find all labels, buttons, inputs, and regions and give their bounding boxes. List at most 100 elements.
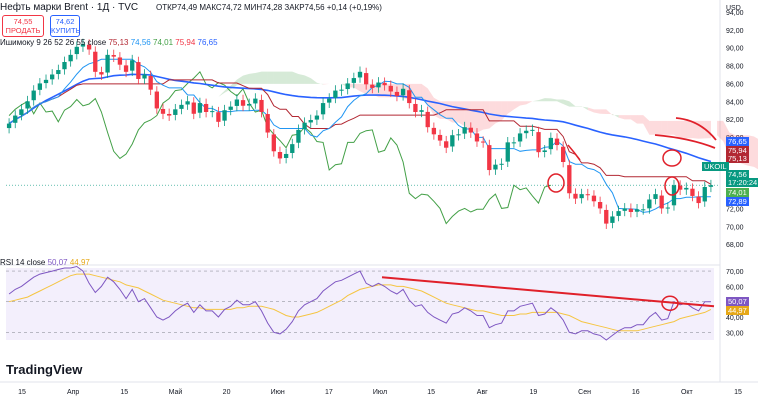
- ichimoku-cloud-segment: [353, 83, 360, 92]
- candle-body: [247, 103, 252, 106]
- price-axis-label: 75,13: [726, 154, 749, 163]
- price-axis-label: UKOIL: [702, 162, 729, 171]
- candle-body: [561, 146, 566, 162]
- candle-body: [444, 141, 449, 148]
- ichimoku-cloud-segment: [606, 109, 613, 116]
- rsi-band-background: [6, 268, 714, 340]
- ichimoku-value-0: 75,13: [108, 38, 129, 47]
- candle-body: [591, 195, 597, 202]
- ichimoku-label: Ишимоку 9 26 52 26 55 close: [0, 38, 107, 47]
- ichimoku-cloud-segment: [206, 99, 213, 102]
- candle-body: [99, 72, 104, 75]
- ichimoku-cloud-segment: [581, 106, 588, 110]
- candle-body: [197, 103, 203, 113]
- ichimoku-cloud-segment: [495, 101, 502, 124]
- candle-body: [400, 88, 406, 96]
- candle-body: [407, 90, 412, 104]
- candle-body: [327, 98, 332, 103]
- candle-body: [474, 133, 480, 142]
- price-tick-label: 92,00: [726, 28, 744, 35]
- symbol-title[interactable]: Нефть марки Brent · 1Д · TVC: [0, 2, 138, 13]
- candle-body: [74, 46, 79, 55]
- candle-body: [265, 114, 270, 133]
- price-circle-annotation: [547, 173, 565, 193]
- buy-button[interactable]: 74,62 КУПИТЬ: [50, 15, 81, 37]
- ichimoku-cloud-ahead: [717, 120, 724, 142]
- ichimoku-cloud-segment: [212, 96, 219, 100]
- ichimoku-cloud-segment: [169, 119, 176, 124]
- price-tick-label: 86,00: [726, 81, 744, 88]
- ichimoku-cloud-segment: [255, 71, 262, 84]
- candle-body: [462, 127, 467, 134]
- candle-body: [413, 103, 418, 112]
- candle-body: [154, 91, 159, 109]
- rsi-tick-label: 60,00: [726, 284, 744, 291]
- candle-body: [628, 208, 634, 212]
- candle-body: [37, 83, 43, 90]
- ichimoku-cloud-segment: [421, 83, 428, 106]
- time-tick-label: 19: [530, 389, 538, 396]
- ichimoku-cloud-segment: [520, 101, 527, 106]
- ichimoku-cloud-segment: [243, 73, 250, 84]
- buy-price: 74,62: [55, 17, 75, 26]
- ichimoku-value-2: 74,01: [153, 38, 174, 47]
- candle-body: [530, 129, 535, 131]
- candle-body: [25, 101, 30, 109]
- candle-body: [517, 133, 523, 142]
- candle-body: [708, 185, 714, 187]
- time-tick-label: 15: [734, 389, 742, 396]
- chart-canvas[interactable]: 68,0070,0072,0074,0076,0078,0080,0082,00…: [0, 0, 758, 403]
- sell-button[interactable]: 74,55 ПРОДАТЬ: [2, 15, 44, 37]
- ohlc-readout: ОТКР74,49 МАКС74,72 МИН74,28 ЗАКР74,56 +…: [156, 3, 382, 12]
- ichimoku-cloud-segment: [433, 97, 441, 119]
- candle-body: [665, 207, 670, 209]
- candle-body: [616, 211, 621, 216]
- candle-body: [253, 98, 258, 104]
- candle-body: [105, 54, 110, 73]
- ichimoku-cloud-segment: [612, 114, 619, 118]
- candle-body: [425, 111, 430, 128]
- candle-body: [524, 130, 529, 134]
- price-axis-label: 72,89: [726, 197, 749, 206]
- currency-label[interactable]: USD: [726, 5, 741, 12]
- candle-body: [111, 55, 116, 57]
- ichimoku-cloud-segment: [286, 71, 293, 84]
- price-circle-annotation: [662, 149, 682, 167]
- candle-body: [604, 209, 609, 224]
- time-tick-label: 20: [223, 389, 231, 396]
- candle-body: [203, 103, 209, 112]
- sell-label: ПРОДАТЬ: [5, 26, 41, 35]
- candle-body: [370, 84, 375, 88]
- ichimoku-legend[interactable]: Ишимоку 9 26 52 26 55 close 75,13 74,56 …: [0, 38, 218, 47]
- ichimoku-cloud-segment: [273, 71, 280, 84]
- rsi-legend[interactable]: RSI 14 close 50,07 44,97: [0, 258, 90, 267]
- candle-body: [585, 194, 590, 196]
- candle-body: [382, 82, 387, 86]
- sell-price: 74,55: [13, 17, 33, 26]
- candle-body: [240, 100, 246, 106]
- rsi-axis-label: 50,07: [726, 296, 749, 306]
- candle-body: [456, 134, 461, 136]
- price-tick-label: 82,00: [726, 117, 744, 124]
- ichimoku-cloud-segment: [507, 101, 514, 114]
- candle-body: [499, 163, 504, 165]
- ichimoku-cloud-segment: [698, 120, 705, 139]
- candle-body: [505, 142, 510, 162]
- candle-body: [394, 91, 400, 96]
- rsi-tick-label: 30,00: [726, 330, 744, 337]
- time-tick-label: 15: [427, 389, 435, 396]
- candle-body: [148, 76, 153, 90]
- price-tick-label: 70,00: [726, 224, 744, 231]
- time-tick-label: Сен: [578, 389, 591, 396]
- ichimoku-cloud-segment: [476, 101, 484, 133]
- ichimoku-cloud-segment: [532, 100, 539, 102]
- candle-body: [142, 74, 147, 79]
- candle-body: [653, 194, 658, 199]
- candle-body: [185, 101, 190, 105]
- tradingview-logo[interactable]: TradingView: [6, 362, 82, 377]
- candle-body: [130, 60, 135, 71]
- price-tick-label: 68,00: [726, 242, 744, 249]
- price-tick-label: 88,00: [726, 64, 744, 71]
- candle-body: [634, 209, 640, 212]
- candle-body: [31, 90, 36, 101]
